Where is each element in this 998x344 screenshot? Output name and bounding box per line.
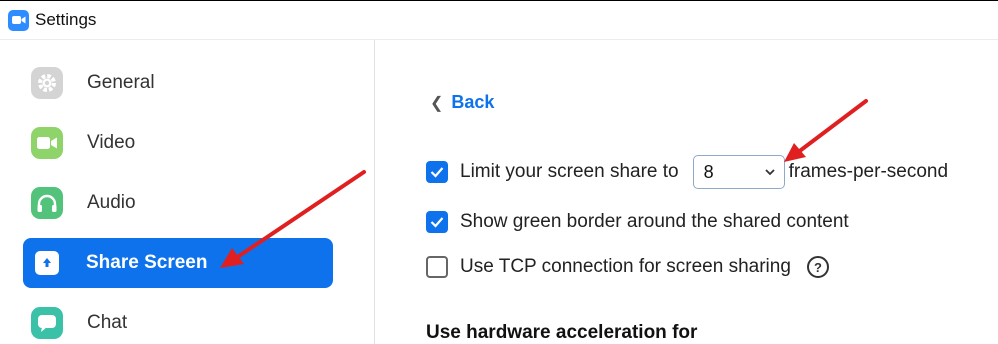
sidebar-item-chat[interactable]: Chat <box>23 298 333 344</box>
chevron-down-icon <box>764 169 775 176</box>
sidebar-item-audio[interactable]: Audio <box>23 178 333 228</box>
limit-fps-row: Limit your screen share to 8 frames-per-… <box>426 155 948 189</box>
settings-sidebar: General Video Audio Share Screen Chat <box>0 40 375 344</box>
tcp-row: Use TCP connection for screen sharing ? <box>426 256 829 278</box>
window-title: Settings <box>35 10 97 29</box>
sidebar-item-label: Chat <box>87 312 128 333</box>
back-label: Back <box>451 92 495 112</box>
sidebar-item-label: Share Screen <box>86 252 208 273</box>
chat-bubble-icon <box>31 307 63 339</box>
sidebar-item-share-screen[interactable]: Share Screen <box>23 238 333 288</box>
sidebar-item-label: Video <box>87 132 136 153</box>
fps-select[interactable]: 8 <box>692 155 785 189</box>
help-icon[interactable]: ? <box>806 256 829 278</box>
tcp-checkbox[interactable] <box>426 256 448 278</box>
limit-fps-checkbox[interactable] <box>426 161 448 183</box>
zoom-app-icon <box>8 9 29 31</box>
sidebar-item-label: General <box>87 72 155 93</box>
tcp-label: Use TCP connection for screen sharing <box>460 256 791 277</box>
green-border-label: Show green border around the shared cont… <box>460 211 849 232</box>
back-link[interactable]: ❮ Back <box>430 92 494 113</box>
checkmark-icon <box>430 217 444 228</box>
chevron-left-icon: ❮ <box>430 94 444 112</box>
share-screen-icon <box>35 251 59 275</box>
fps-select-value: 8 <box>703 161 714 182</box>
sidebar-item-general[interactable]: General <box>23 58 333 108</box>
title-bar: Settings <box>0 1 998 40</box>
share-screen-settings-panel: ❮ Back Limit your screen share to 8 fram… <box>375 40 998 344</box>
green-border-row: Show green border around the shared cont… <box>426 211 849 233</box>
checkmark-icon <box>430 167 444 178</box>
green-border-checkbox[interactable] <box>426 211 448 233</box>
sidebar-item-video[interactable]: Video <box>23 118 333 168</box>
settings-window: Settings General Video Audio Share Scree… <box>0 0 998 344</box>
fps-unit-label: frames-per-second <box>788 161 949 182</box>
limit-fps-label: Limit your screen share to <box>460 161 679 182</box>
video-camera-icon <box>31 127 63 159</box>
hardware-acceleration-heading: Use hardware acceleration for <box>426 322 698 343</box>
gear-icon <box>31 67 63 99</box>
headphones-icon <box>31 187 63 219</box>
sidebar-item-label: Audio <box>87 192 136 213</box>
